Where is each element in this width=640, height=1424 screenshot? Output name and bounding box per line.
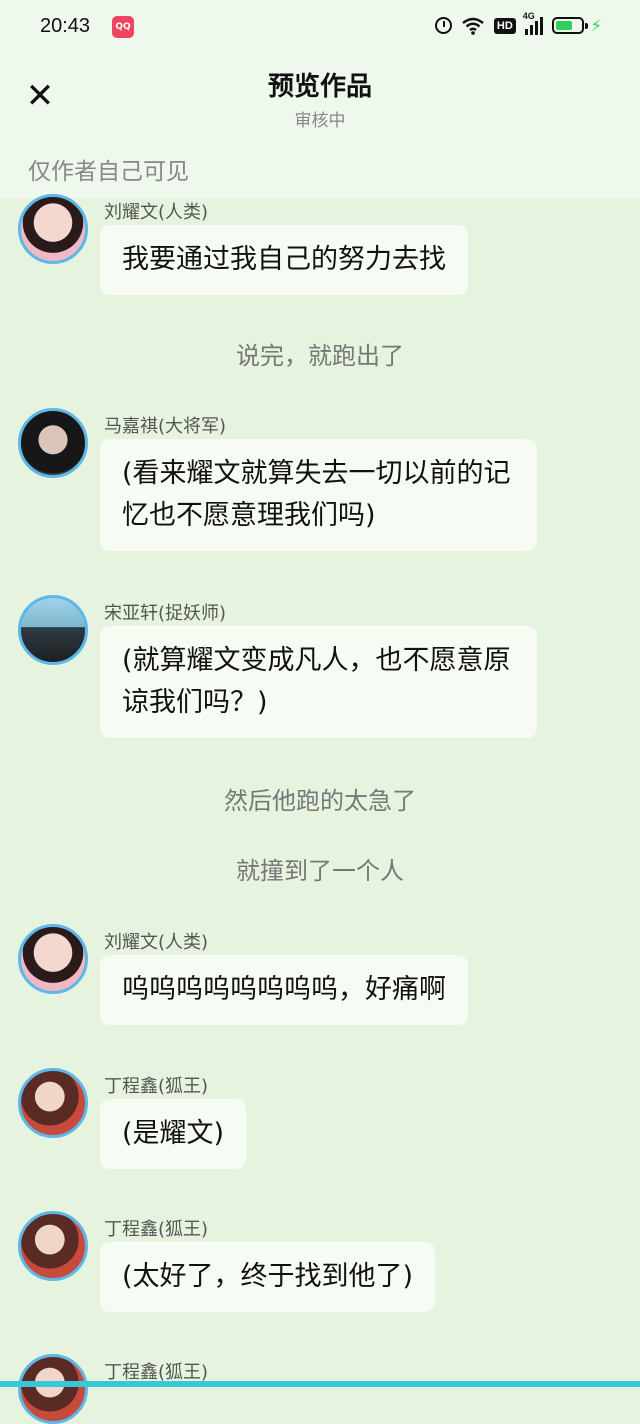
qq-notification-icon: QQ [112, 16, 134, 38]
message-bubble: (是耀文) [100, 1099, 247, 1169]
message-bubble: (太好了，终于找到他了) [100, 1242, 436, 1312]
status-bar: 20:43 QQ HD 4G ⚡ [0, 0, 640, 56]
chat-message: 刘耀文(人类) 我要通过我自己的努力去找 [0, 194, 640, 298]
speaker-name: 马嘉祺(大将军) [104, 416, 227, 437]
speaker-name: 宋亚轩(捉妖师) [104, 603, 227, 624]
avatar[interactable] [18, 1068, 88, 1138]
narration-text: 然后他跑的太急了 [224, 787, 416, 815]
message-bubble: (就算耀文变成凡人，也不愿意原谅我们吗？) [100, 626, 537, 738]
status-time: 20:43 [40, 15, 91, 37]
network-type: 4G [522, 10, 535, 21]
signal-icon: 4G [523, 11, 543, 35]
alarm-icon [434, 17, 452, 34]
visibility-note: 仅作者自己可见 [28, 159, 189, 185]
message-bubble: 我要通过我自己的努力去找 [100, 225, 468, 295]
speaker-name: 刘耀文(人类) [104, 932, 209, 953]
narration-text: 就撞到了一个人 [236, 857, 404, 885]
avatar[interactable] [18, 1354, 88, 1424]
avatar[interactable] [18, 1211, 88, 1281]
message-bubble: 呜呜呜呜呜呜呜呜，好痛啊 [100, 955, 468, 1025]
avatar[interactable] [18, 595, 88, 665]
review-status: 审核中 [294, 111, 346, 131]
speaker-name: 丁程鑫(狐王) [104, 1219, 209, 1240]
bottom-progress-bar [0, 1381, 640, 1387]
avatar[interactable] [18, 408, 88, 478]
speaker-name: 丁程鑫(狐王) [104, 1076, 209, 1097]
avatar[interactable] [18, 924, 88, 994]
message-bubble: (看来耀文就算失去一切以前的记忆也不愿意理我们吗) [100, 439, 537, 551]
battery-icon [551, 17, 588, 34]
wifi-icon [462, 17, 484, 35]
status-icons: HD 4G ⚡ [434, 11, 602, 35]
page-title: 预览作品 [267, 72, 372, 102]
hd-icon: HD [493, 17, 516, 34]
charging-icon: ⚡ [590, 16, 602, 35]
top-header-area: 20:43 QQ HD 4G ⚡ ✕ 预览作品 审核中 仅作者自己可见 [0, 0, 640, 198]
speaker-name: 刘耀文(人类) [104, 202, 209, 223]
avatar[interactable] [18, 194, 88, 264]
narration-text: 说完，就跑出了 [236, 342, 404, 370]
